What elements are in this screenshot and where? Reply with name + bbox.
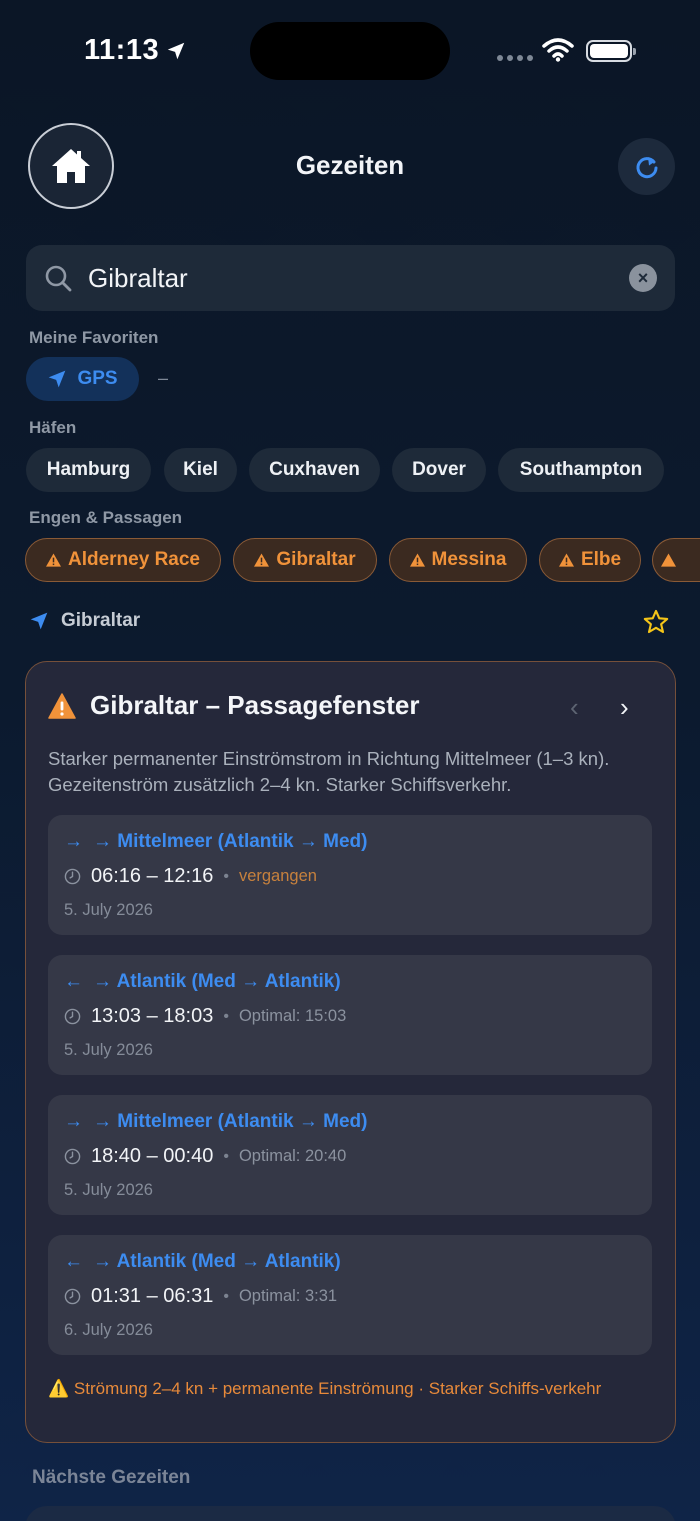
previous-button[interactable]: ‹ bbox=[570, 692, 579, 723]
warning-icon bbox=[48, 692, 76, 719]
search-input[interactable] bbox=[88, 262, 629, 294]
clock-icon bbox=[64, 1148, 81, 1165]
next-tides-label: Nächste Gezeiten bbox=[32, 1467, 191, 1488]
next-button[interactable]: › bbox=[620, 692, 629, 723]
card-title: Gibraltar – Passagefenster bbox=[48, 690, 420, 721]
port-chip-hamburg[interactable]: Hamburg bbox=[26, 448, 151, 492]
separator: • bbox=[223, 1287, 229, 1305]
passage-window-item[interactable]: → → Mittelmeer (Atlantik → Med) 18:40 – 0… bbox=[48, 1095, 652, 1215]
warning-icon bbox=[558, 553, 574, 567]
cellular-signal-icon bbox=[497, 55, 533, 61]
battery-icon bbox=[586, 40, 636, 62]
optimal-time: Optimal: 20:40 bbox=[238, 1147, 347, 1165]
current-location: Gibraltar bbox=[29, 610, 140, 632]
direction-label: → Mittelmeer (Atlantik → Med) bbox=[93, 1111, 368, 1132]
next-tides-card bbox=[25, 1506, 676, 1521]
window-date: 6. July 2026 bbox=[64, 1321, 153, 1339]
location-arrow-icon bbox=[49, 370, 66, 388]
current-location-name: Gibraltar bbox=[61, 610, 141, 631]
warning-icon bbox=[409, 553, 425, 567]
strait-chip-elbe[interactable]: Elbe bbox=[539, 538, 641, 582]
time-range: 18:40 – 00:40 bbox=[91, 1145, 214, 1167]
favorite-star-icon[interactable] bbox=[642, 608, 670, 636]
refresh-button[interactable] bbox=[618, 138, 675, 195]
direction-arrow-icon: → bbox=[64, 1111, 83, 1132]
direction-arrow-icon: ← bbox=[64, 1251, 83, 1272]
card-title-text: Gibraltar – Passagefenster bbox=[90, 690, 420, 720]
strait-chip-label: Messina bbox=[431, 549, 507, 570]
location-arrow-icon bbox=[30, 612, 48, 630]
page-title: Gezeiten bbox=[295, 150, 405, 180]
gps-chip[interactable]: GPS bbox=[26, 357, 139, 401]
favorites-label: Meine Favoriten bbox=[29, 328, 159, 347]
passage-window-item[interactable]: ← → Atlantik (Med → Atlantik) 13:03 – 18:… bbox=[48, 955, 652, 1075]
direction-label: → Mittelmeer (Atlantik → Med) bbox=[93, 831, 368, 852]
location-arrow-icon bbox=[167, 42, 185, 59]
direction-label: → Atlantik (Med → Atlantik) bbox=[93, 1251, 341, 1272]
search-bar[interactable]: × bbox=[26, 245, 675, 311]
strait-chip-gibraltar[interactable]: Gibraltar bbox=[233, 538, 377, 582]
strait-chip-overflow[interactable] bbox=[652, 538, 700, 582]
dynamic-island bbox=[250, 22, 450, 80]
warning-icon bbox=[45, 553, 61, 567]
refresh-icon bbox=[636, 156, 657, 178]
strait-chip-label: Alderney Race bbox=[67, 549, 200, 570]
optimal-time: Optimal: 3:31 bbox=[238, 1287, 338, 1305]
optimal-time: Optimal: 15:03 bbox=[238, 1007, 347, 1025]
straits-label: Engen & Passagen bbox=[29, 508, 183, 527]
status-note: vergangen bbox=[238, 867, 317, 885]
warning-icon bbox=[254, 553, 270, 567]
gps-chip-label: GPS bbox=[77, 368, 118, 389]
time-range: 01:31 – 06:31 bbox=[91, 1285, 214, 1307]
direction-label: → Atlantik (Med → Atlantik) bbox=[93, 971, 341, 992]
clock-icon bbox=[64, 1288, 81, 1305]
window-date: 5. July 2026 bbox=[64, 1181, 153, 1199]
separator: • bbox=[223, 1147, 229, 1165]
port-chip-dover[interactable]: Dover bbox=[392, 448, 486, 492]
wifi-icon bbox=[542, 38, 574, 62]
status-time-text: 11:13 bbox=[84, 34, 160, 66]
search-icon bbox=[45, 265, 72, 292]
port-chip-kiel[interactable]: Kiel bbox=[164, 448, 237, 492]
clear-search-button[interactable]: × bbox=[629, 264, 657, 292]
window-date: 5. July 2026 bbox=[64, 901, 153, 919]
status-time: 11:13 bbox=[84, 34, 187, 67]
card-description: Starker permanenter Einströmstrom in Ric… bbox=[48, 748, 610, 795]
clock-icon bbox=[64, 868, 81, 885]
separator: • bbox=[223, 1007, 229, 1025]
window-date: 5. July 2026 bbox=[64, 1041, 153, 1059]
warning-icon bbox=[661, 553, 676, 567]
time-range: 06:16 – 12:16 bbox=[91, 865, 214, 887]
passage-window-item[interactable]: → → Mittelmeer (Atlantik → Med) 06:16 – 1… bbox=[48, 815, 652, 935]
card-warning-text: ⚠️ Strömung 2–4 kn + permanente Einström… bbox=[48, 1379, 602, 1398]
port-chip-cuxhaven[interactable]: Cuxhaven bbox=[249, 448, 380, 492]
ports-label: Häfen bbox=[29, 418, 77, 437]
passage-window-item[interactable]: ← → Atlantik (Med → Atlantik) 01:31 – 06:… bbox=[48, 1235, 652, 1355]
favorites-empty-marker: – bbox=[158, 368, 169, 388]
strait-chip-label: Gibraltar bbox=[276, 549, 356, 570]
direction-arrow-icon: ← bbox=[64, 971, 83, 992]
strait-chip-label: Elbe bbox=[580, 549, 622, 570]
time-range: 13:03 – 18:03 bbox=[91, 1005, 214, 1027]
strait-chip-messina[interactable]: Messina bbox=[389, 538, 527, 582]
clear-icon: × bbox=[637, 267, 649, 288]
direction-arrow-icon: → bbox=[64, 831, 83, 852]
clock-icon bbox=[64, 1008, 81, 1025]
port-chip-southampton[interactable]: Southampton bbox=[498, 448, 664, 492]
strait-chip-alderney-race[interactable]: Alderney Race bbox=[25, 538, 221, 582]
separator: • bbox=[223, 867, 229, 885]
